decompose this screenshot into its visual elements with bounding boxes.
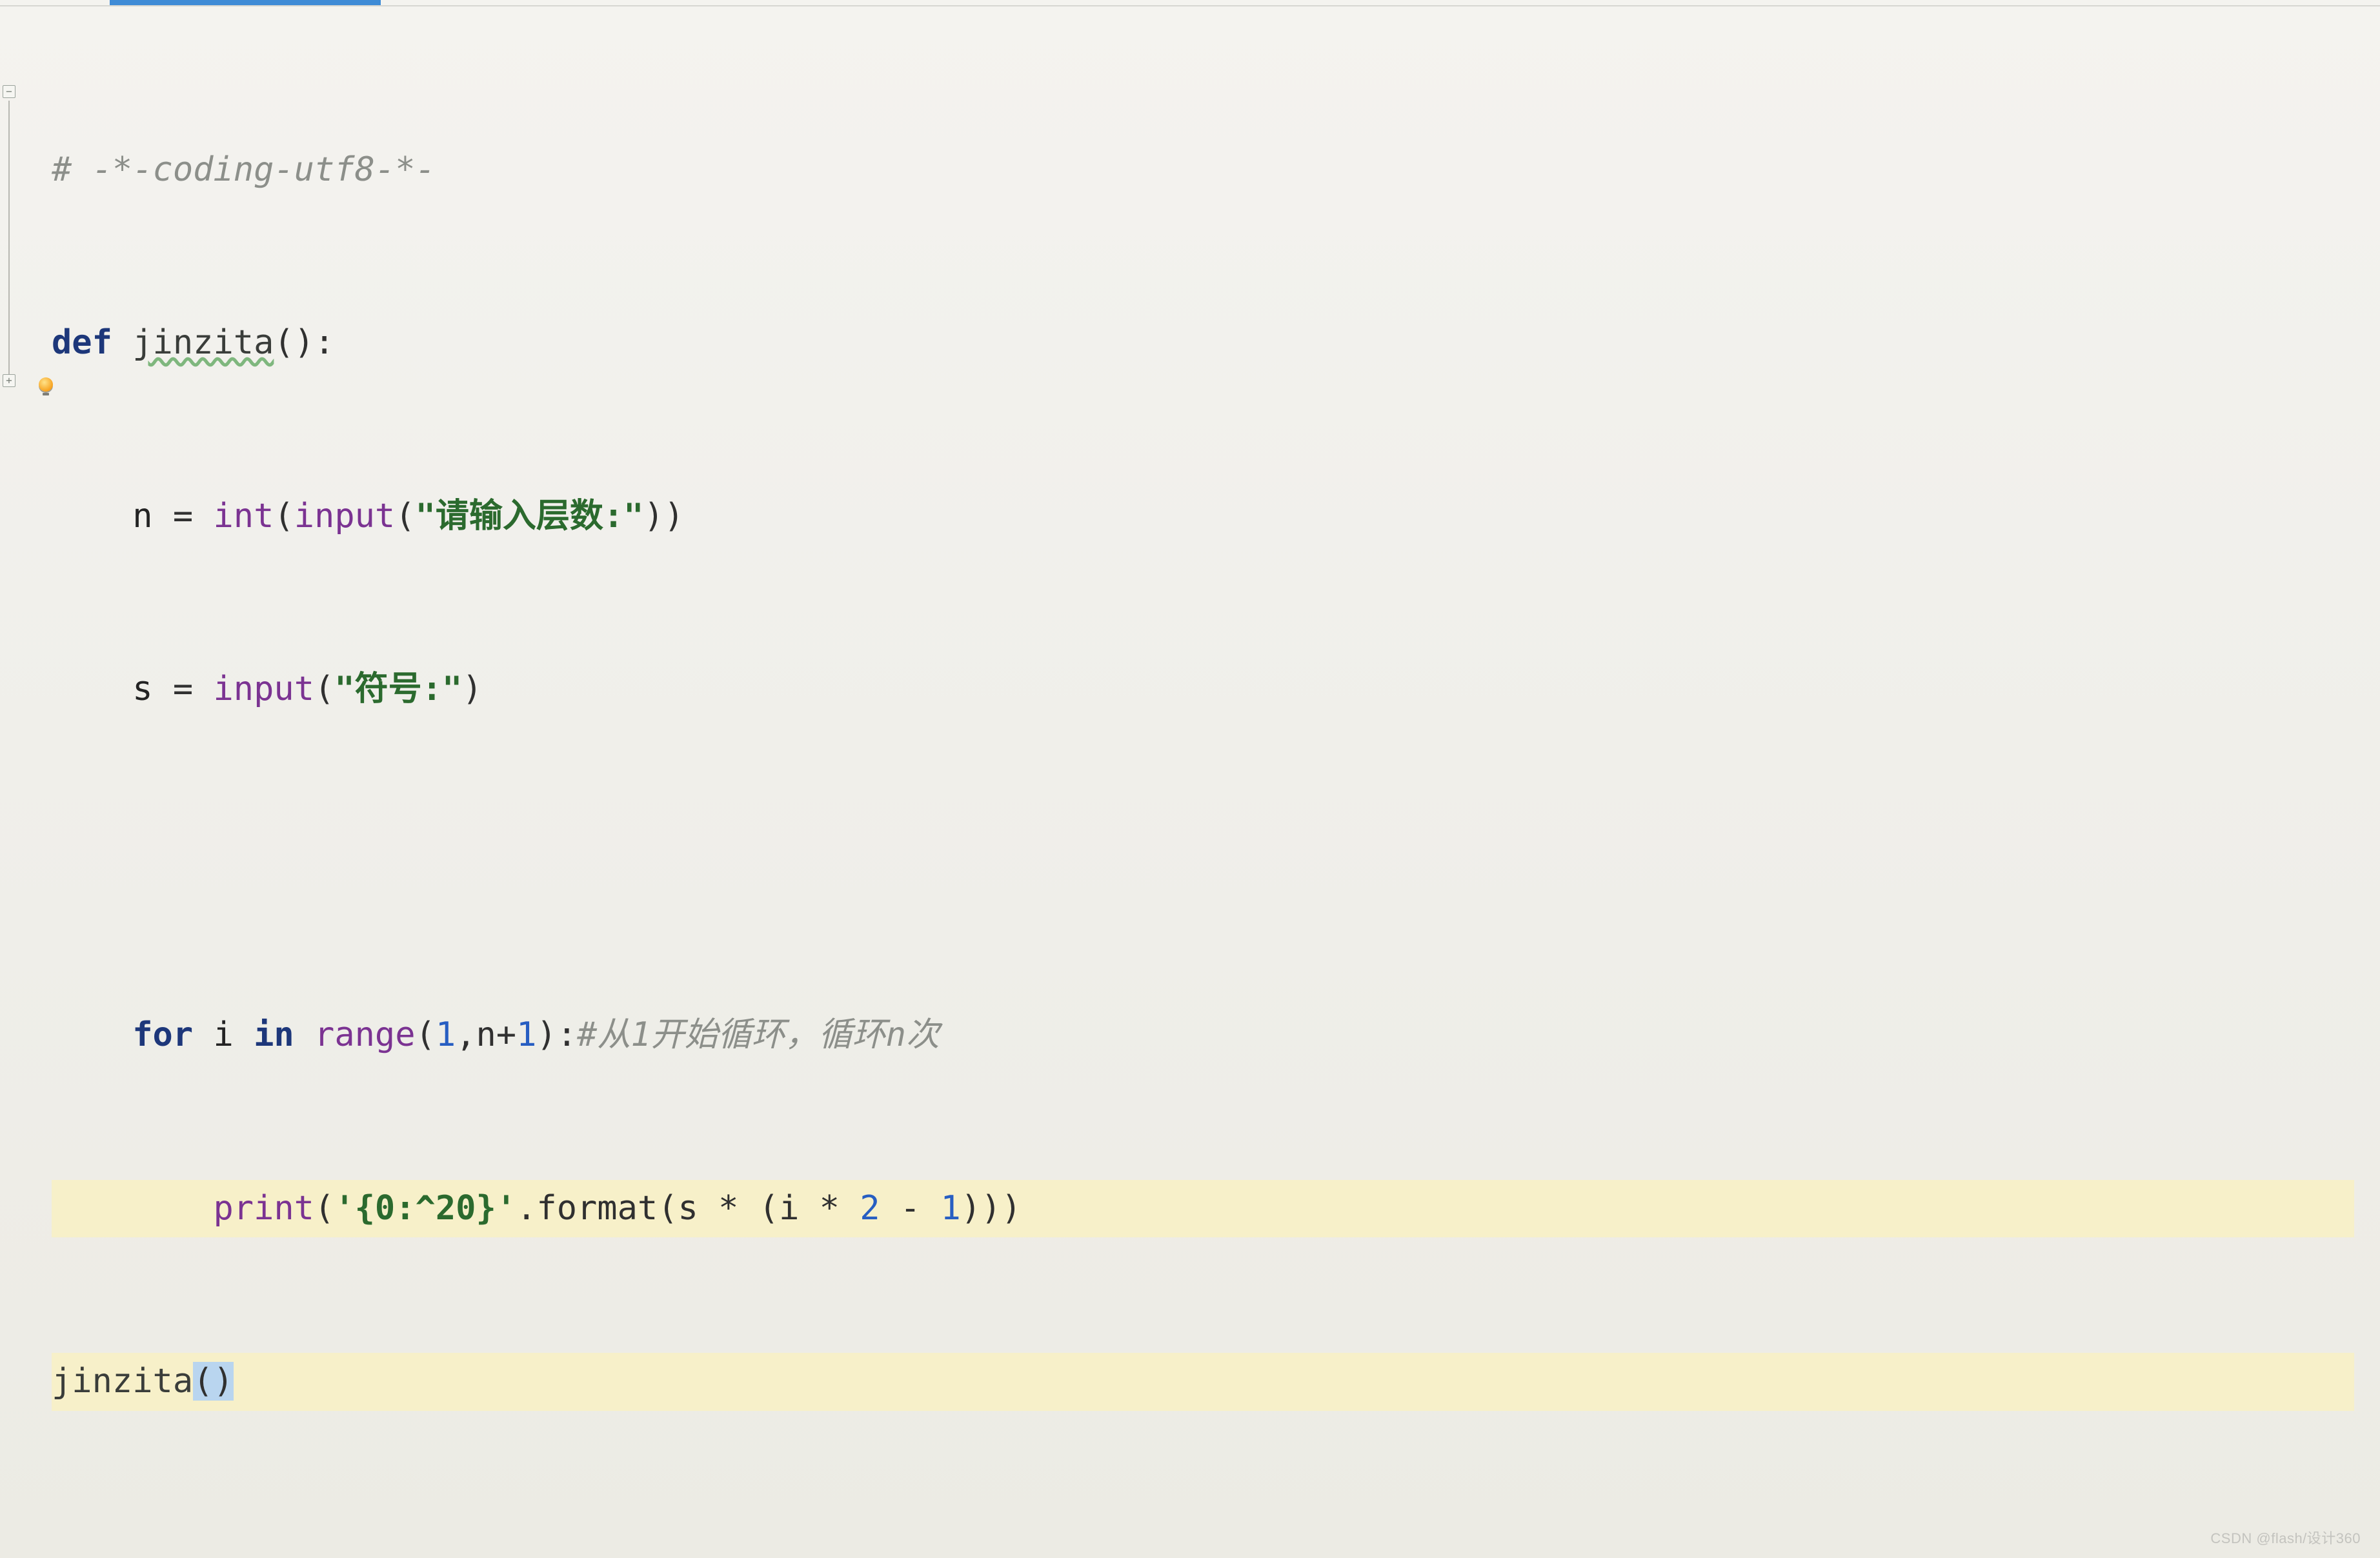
builtin-int: int [213, 497, 274, 535]
selected-text: () [193, 1362, 234, 1401]
string-literal: '{0:^20}' [334, 1189, 516, 1228]
code-area[interactable]: # -*-coding-utf8-*- def jinzita(): n = i… [52, 26, 2354, 1526]
watermark-text: CSDN @flash/设计360 [2210, 1527, 2361, 1548]
keyword-in: in [254, 1015, 294, 1054]
function-call: jinzita [52, 1362, 193, 1401]
code-line-8[interactable]: jinzita() [52, 1353, 2354, 1410]
number-literal: 1 [516, 1015, 536, 1054]
code-line-2[interactable]: def jinzita(): [52, 314, 2354, 372]
punct: (): [274, 323, 334, 362]
code-line-1[interactable]: # -*-coding-utf8-*- [52, 141, 2354, 199]
fold-collapse-icon[interactable]: − [3, 85, 15, 98]
punct: ,n+ [456, 1015, 516, 1054]
code-line-5-blank[interactable] [52, 834, 2354, 891]
op-minus: - [880, 1189, 941, 1228]
code-line-3[interactable]: n = int(input("请输入层数:")) [52, 488, 2354, 545]
code-line-4[interactable]: s = input("符号:") [52, 661, 2354, 718]
comment-text: # -*-coding-utf8-*- [52, 150, 436, 189]
builtin-range: range [314, 1015, 416, 1054]
op-eq: = [153, 670, 214, 708]
builtin-input: input [294, 497, 396, 535]
lightbulb-icon[interactable] [39, 377, 53, 392]
editor-gutter[interactable]: − + [0, 26, 18, 1558]
punct: ( [416, 1015, 436, 1054]
editor-top-border [0, 5, 2380, 6]
string-literal: "符号:" [334, 670, 462, 708]
punct: ( [314, 1189, 334, 1228]
op-eq: = [153, 497, 214, 535]
builtin-input: input [213, 670, 314, 708]
keyword-for: for [132, 1015, 193, 1054]
number-literal: 2 [860, 1189, 880, 1228]
inline-comment: #从1开始循环，循环n次 [577, 1015, 940, 1054]
builtin-print: print [213, 1189, 314, 1228]
identifier-i: i [193, 1015, 254, 1054]
function-name: jinzita [132, 323, 274, 362]
punct: ( [395, 497, 415, 535]
string-literal: "请输入层数:" [416, 497, 644, 535]
space [294, 1015, 314, 1054]
number-literal: 1 [436, 1015, 456, 1054]
active-tab-indicator [110, 0, 381, 5]
punct: )) [643, 497, 684, 535]
fold-guide-line [8, 101, 10, 378]
punct: ): [536, 1015, 577, 1054]
identifier-s: s [132, 670, 152, 708]
punct: ) [462, 670, 482, 708]
fold-expand-icon[interactable]: + [3, 374, 15, 387]
keyword-def: def [52, 323, 112, 362]
method-chain: .format(s * (i * [516, 1189, 860, 1228]
punct: ( [314, 670, 334, 708]
identifier-n: n [132, 497, 152, 535]
code-editor-pane[interactable]: − + # -*-coding-utf8-*- def jinzita(): n… [0, 0, 2380, 1558]
code-line-6[interactable]: for i in range(1,n+1):#从1开始循环，循环n次 [52, 1006, 2354, 1064]
punct: ))) [961, 1189, 1022, 1228]
code-line-7[interactable]: print('{0:^20}'.format(s * (i * 2 - 1))) [52, 1180, 2354, 1237]
punct: ( [274, 497, 294, 535]
number-literal: 1 [941, 1189, 961, 1228]
